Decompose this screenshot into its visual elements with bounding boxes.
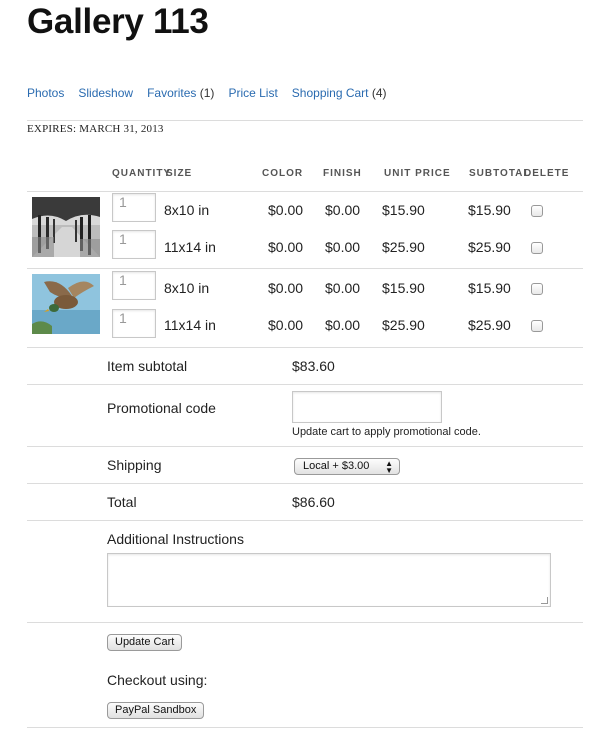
divider (27, 622, 583, 623)
item-color-price: $0.00 (268, 317, 304, 333)
nav-shopping-cart[interactable]: Shopping Cart (4) (292, 86, 387, 100)
favorites-count: (1) (199, 86, 215, 100)
delete-checkbox[interactable] (531, 205, 543, 217)
header-subtotal: SUBTOTAL (469, 168, 531, 179)
shipping-select[interactable]: Local + $3.00 ▲ ▼ (294, 458, 400, 475)
tree-path-photo (32, 197, 100, 257)
item-subtotal: $25.90 (468, 239, 511, 255)
header-delete: DELETE (524, 168, 570, 179)
header-quantity: QUANTITY (112, 168, 172, 179)
item-thumbnail-tree-path[interactable] (32, 197, 100, 257)
item-size: 11x14 in (164, 239, 216, 255)
quantity-input[interactable]: 1 (112, 309, 156, 338)
divider (27, 520, 583, 521)
resize-grip-icon[interactable] (541, 597, 548, 604)
quantity-input[interactable]: 1 (112, 230, 156, 259)
delete-checkbox[interactable] (531, 320, 543, 332)
item-finish-price: $0.00 (325, 317, 361, 333)
quantity-input[interactable]: 1 (112, 193, 156, 222)
item-finish-price: $0.00 (325, 239, 361, 255)
promo-code-hint: Update cart to apply promotional code. (292, 426, 481, 438)
cart-count: (4) (371, 86, 387, 100)
header-unit-price: UNIT PRICE (384, 168, 451, 179)
nav-price-list[interactable]: Price List (228, 86, 277, 100)
divider (27, 347, 583, 348)
item-unit-price: $15.90 (382, 280, 425, 296)
item-subtotal-label: Item subtotal (107, 358, 188, 374)
item-unit-price: $15.90 (382, 202, 425, 218)
divider (27, 446, 583, 447)
delete-checkbox[interactable] (531, 242, 543, 254)
item-subtotal: $25.90 (468, 317, 511, 333)
shipping-selected-value: Local + $3.00 (303, 460, 370, 472)
header-size: SIZE (166, 168, 193, 179)
checkout-label: Checkout using: (107, 672, 208, 688)
item-subtotal: $15.90 (468, 202, 511, 218)
instructions-textarea[interactable] (107, 553, 551, 607)
item-size: 8x10 in (164, 202, 210, 218)
page-title: Gallery 113 (27, 2, 209, 41)
nav-slideshow[interactable]: Slideshow (78, 86, 133, 100)
divider (27, 483, 583, 484)
item-unit-price: $25.90 (382, 239, 425, 255)
item-finish-price: $0.00 (325, 280, 361, 296)
header-color: COLOR (262, 168, 304, 179)
item-finish-price: $0.00 (325, 202, 361, 218)
quantity-input[interactable]: 1 (112, 271, 156, 300)
header-finish: FINISH (323, 168, 362, 179)
divider (27, 191, 583, 192)
item-subtotal: $15.90 (468, 280, 511, 296)
expiration-date: EXPIRES: MARCH 31, 2013 (27, 123, 164, 135)
promo-code-input[interactable] (292, 391, 442, 423)
item-size: 8x10 in (164, 280, 210, 296)
nav-photos[interactable]: Photos (27, 86, 64, 100)
shipping-label: Shipping (107, 457, 162, 473)
promo-code-label: Promotional code (107, 400, 216, 416)
up-down-arrows-icon: ▲ ▼ (385, 459, 393, 475)
item-color-price: $0.00 (268, 202, 304, 218)
divider (27, 120, 583, 121)
gallery-nav: Photos Slideshow Favorites (1) Price List Sh… (27, 86, 401, 100)
nav-favorites[interactable]: Favorites (1) (147, 86, 214, 100)
divider (27, 384, 583, 385)
divider (27, 727, 583, 728)
total-label: Total (107, 494, 137, 510)
item-thumbnail-duck[interactable] (32, 274, 100, 334)
item-color-price: $0.00 (268, 239, 304, 255)
paypal-sandbox-button[interactable]: PayPal Sandbox (107, 702, 205, 719)
delete-checkbox[interactable] (531, 283, 543, 295)
item-unit-price: $25.90 (382, 317, 425, 333)
item-subtotal-value: $83.60 (292, 358, 335, 374)
total-value: $86.60 (292, 494, 335, 510)
instructions-label: Additional Instructions (107, 531, 244, 547)
update-cart-button[interactable]: Update Cart (107, 634, 183, 651)
duck-photo (32, 274, 100, 334)
item-color-price: $0.00 (268, 280, 304, 296)
divider (27, 268, 583, 269)
item-size: 11x14 in (164, 317, 216, 333)
